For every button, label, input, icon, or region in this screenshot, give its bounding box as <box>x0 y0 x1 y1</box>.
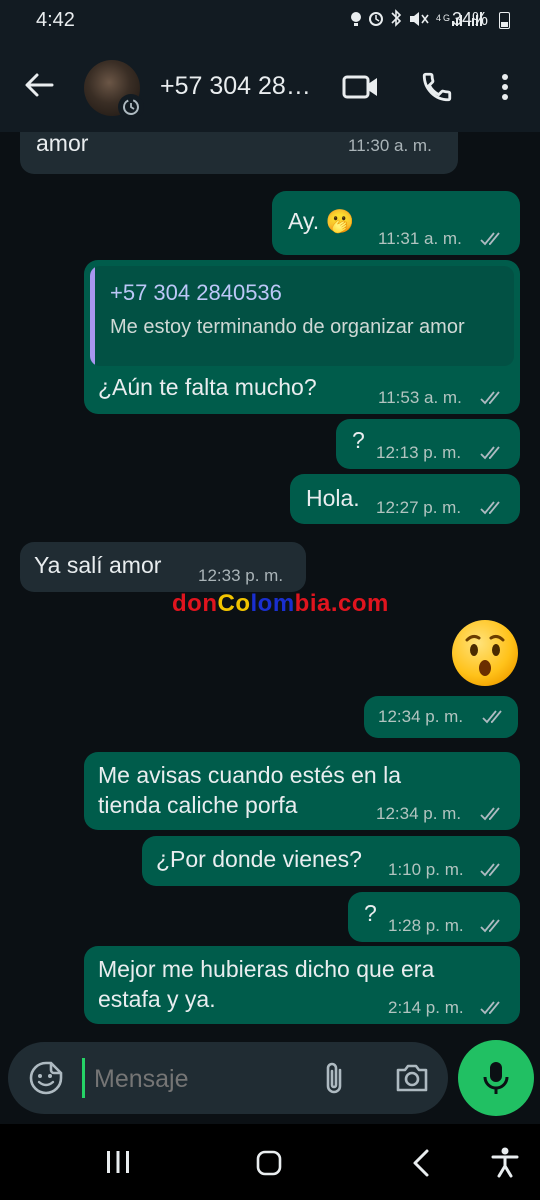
message-text: Hola. <box>306 485 360 511</box>
quoted-message[interactable]: +57 304 2840536 Me estoy terminando de o… <box>90 266 514 366</box>
message-text: ¿Aún te falta mucho? <box>98 374 317 400</box>
message-bubble-outgoing[interactable]: ¿Por donde vienes? 1:10 p. m. <box>142 836 520 886</box>
microphone-icon <box>483 1062 509 1094</box>
system-navigation-bar <box>0 1124 540 1200</box>
paperclip-icon <box>326 1062 342 1094</box>
message-bubble-outgoing[interactable]: Me avisas cuando estés en la tienda cali… <box>84 752 520 830</box>
message-bubble-outgoing[interactable]: Hola. 12:27 p. m. <box>290 474 520 524</box>
disappearing-messages-icon <box>118 94 144 120</box>
double-check-icon <box>480 501 500 515</box>
home-icon[interactable] <box>256 1150 282 1176</box>
double-check-icon <box>480 232 500 246</box>
message-text: ? <box>352 427 365 453</box>
battery-percentage: 34% <box>451 9 488 29</box>
message-time: 11:53 a. m. <box>378 388 462 407</box>
message-time: 11:30 a. m. <box>348 136 432 155</box>
attach-button[interactable] <box>320 1060 350 1096</box>
emoji-sticker-button[interactable] <box>28 1060 64 1096</box>
contact-name[interactable]: +57 304 28… <box>160 72 311 101</box>
message-text-line: tienda caliche porfa <box>98 792 298 818</box>
message-time: 1:28 p. m. <box>388 916 464 935</box>
system-back-icon[interactable] <box>410 1148 432 1178</box>
recent-apps-icon[interactable] <box>102 1148 134 1176</box>
battery-icon <box>499 12 510 29</box>
message-bubble-outgoing[interactable]: ? 1:28 p. m. <box>348 892 520 942</box>
message-bubble-outgoing[interactable]: Ay. 🫢 11:31 a. m. <box>272 191 520 255</box>
message-time: 2:14 p. m. <box>388 998 464 1017</box>
message-text-line: Mejor me hubieras dicho que era <box>98 956 435 982</box>
message-bubble-incoming[interactable]: Ya salí amor 12:33 p. m. <box>20 542 306 592</box>
voice-call-button[interactable] <box>420 70 454 104</box>
voice-message-button[interactable] <box>458 1040 534 1116</box>
message-text: Ya salí amor <box>34 552 162 578</box>
back-button[interactable] <box>22 68 56 102</box>
video-call-button[interactable] <box>342 72 380 102</box>
video-camera-icon <box>342 75 377 99</box>
message-time: 12:34 p. m. <box>378 707 464 726</box>
message-text: ? <box>364 900 377 926</box>
double-check-icon <box>480 919 500 933</box>
double-check-icon <box>480 1001 500 1015</box>
camera-icon <box>396 1064 428 1092</box>
hushed-face-emoji-icon <box>452 620 518 686</box>
network-type: 4G <box>436 13 452 23</box>
message-text-line: Me avisas cuando estés en la <box>98 762 402 788</box>
chat-header: +57 304 28… <box>0 40 540 133</box>
phone-icon <box>422 72 452 102</box>
message-input[interactable] <box>92 1058 306 1100</box>
arrow-left-icon <box>25 73 54 97</box>
more-options-button[interactable] <box>492 70 518 104</box>
message-text: ¿Por donde vienes? <box>156 846 362 872</box>
double-check-icon <box>482 710 502 724</box>
message-time: 11:31 a. m. <box>378 229 462 248</box>
message-text-line: estafa y ya. <box>98 986 216 1012</box>
message-time: 1:10 p. m. <box>388 860 464 879</box>
camera-button[interactable] <box>394 1062 430 1094</box>
status-time: 4:42 <box>36 9 75 31</box>
watermark-text: donColombia.com <box>172 590 389 617</box>
message-bubble-incoming[interactable]: amor 11:30 a. m. <box>20 132 458 174</box>
sticker-smiley-icon <box>29 1061 63 1095</box>
quote-accent-bar <box>90 266 95 366</box>
message-bubble-outgoing[interactable]: +57 304 2840536 Me estoy terminando de o… <box>84 260 520 414</box>
double-check-icon <box>480 807 500 821</box>
message-bubble-outgoing[interactable]: Mejor me hubieras dicho que era estafa y… <box>84 946 520 1024</box>
message-text: Ay. 🫢 <box>288 208 355 234</box>
double-check-icon <box>480 863 500 877</box>
message-bubble-outgoing[interactable]: ? 12:13 p. m. <box>336 419 520 469</box>
double-check-icon <box>480 391 500 405</box>
message-time: 12:13 p. m. <box>376 443 462 462</box>
message-bubble-outgoing[interactable]: 12:34 p. m. <box>364 696 518 738</box>
message-time: 12:27 p. m. <box>376 498 462 517</box>
text-cursor <box>82 1058 85 1098</box>
quote-author: +57 304 2840536 <box>110 280 282 305</box>
message-time: 12:34 p. m. <box>376 804 462 823</box>
accessibility-icon[interactable] <box>490 1146 520 1178</box>
quote-text: Me estoy terminando de organizar amor <box>110 316 465 338</box>
double-check-icon <box>480 446 500 460</box>
message-text: amor <box>36 132 89 156</box>
status-bar: 4:42 4G 34% <box>0 0 540 40</box>
message-composer <box>8 1042 448 1114</box>
kebab-menu-icon <box>502 74 508 100</box>
message-list[interactable]: amor 11:30 a. m. Ay. 🫢 11:31 a. m. +57 3… <box>0 132 540 1040</box>
message-time: 12:33 p. m. <box>198 566 284 585</box>
